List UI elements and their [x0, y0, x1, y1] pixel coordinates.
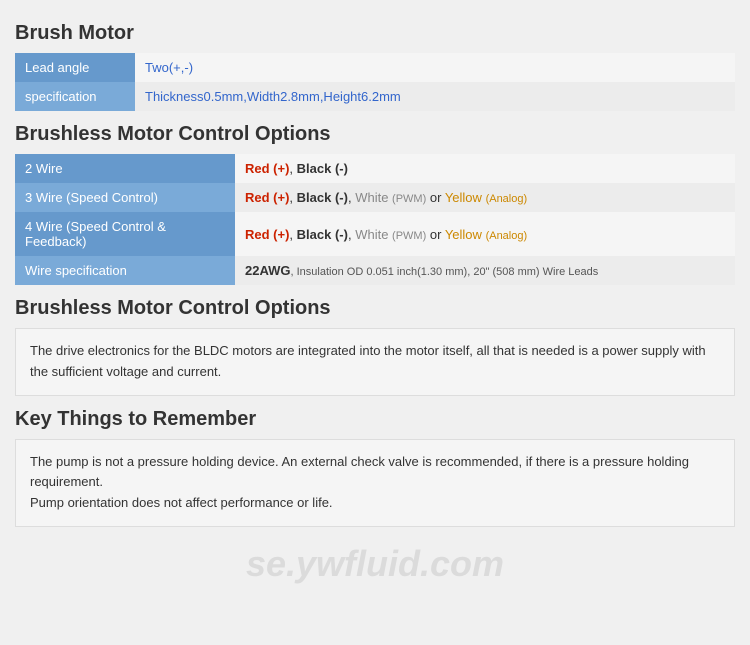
- brush-motor-table: Lead angle Two(+,-) specification Thickn…: [15, 53, 735, 111]
- key-things-box: The pump is not a pressure holding devic…: [15, 439, 735, 527]
- 3wire-value: Red (+), Black (-), White (PWM) or Yello…: [235, 183, 735, 212]
- or-text: or: [430, 190, 445, 205]
- pwm-text: (PWM): [392, 193, 426, 205]
- red-text2: Red (+): [245, 227, 289, 242]
- specification-value: Thickness0.5mm,Width2.8mm,Height6.2mm: [135, 82, 735, 111]
- black-text: Black (-): [297, 190, 348, 205]
- comma: ,: [289, 161, 296, 176]
- 2wire-value: Red (+), Black (-): [235, 154, 735, 183]
- red-text: Red (+): [245, 190, 289, 205]
- or-text2: or: [430, 227, 445, 242]
- watermark: se.ywfluid.com: [246, 543, 504, 585]
- black-minus-text: Black (-): [297, 161, 348, 176]
- black-text2: Black (-): [297, 227, 348, 242]
- table-row: 3 Wire (Speed Control) Red (+), Black (-…: [15, 183, 735, 212]
- brushless-desc-text: The drive electronics for the BLDC motor…: [30, 341, 720, 383]
- wire-spec-small: , Insulation OD 0.051 inch(1.30 mm), 20"…: [291, 266, 599, 278]
- wire-spec-bold: 22AWG: [245, 263, 291, 278]
- yellow-text: Yellow: [445, 190, 482, 205]
- key-things-title: Key Things to Remember: [15, 408, 735, 431]
- 4wire-value: Red (+), Black (-), White (PWM) or Yello…: [235, 212, 735, 256]
- lead-angle-label: Lead angle: [15, 53, 135, 82]
- table-row: Lead angle Two(+,-): [15, 53, 735, 82]
- lead-angle-value: Two(+,-): [135, 53, 735, 82]
- key-things-line2: Pump orientation does not affect perform…: [30, 493, 720, 514]
- 4wire-label: 4 Wire (Speed Control & Feedback): [15, 212, 235, 256]
- wire-spec-label: Wire specification: [15, 256, 235, 285]
- table-row: 4 Wire (Speed Control & Feedback) Red (+…: [15, 212, 735, 256]
- wire-spec-value: 22AWG, Insulation OD 0.051 inch(1.30 mm)…: [235, 256, 735, 285]
- brushless-control-table: 2 Wire Red (+), Black (-) 3 Wire (Speed …: [15, 154, 735, 285]
- brushless-desc-title: Brushless Motor Control Options: [15, 297, 735, 320]
- 3wire-label: 3 Wire (Speed Control): [15, 183, 235, 212]
- 2wire-label: 2 Wire: [15, 154, 235, 183]
- lead-angle-text: Two(+,-): [145, 60, 193, 75]
- brushless-desc-box: The drive electronics for the BLDC motor…: [15, 328, 735, 396]
- analog-text: (Analog): [486, 193, 528, 205]
- red-plus-text: Red (+): [245, 161, 289, 176]
- pwm-text2: (PWM): [392, 230, 426, 242]
- specification-text: Thickness0.5mm,Width2.8mm,Height6.2mm: [145, 89, 401, 104]
- brushless-control-title: Brushless Motor Control Options: [15, 123, 735, 146]
- table-row: specification Thickness0.5mm,Width2.8mm,…: [15, 82, 735, 111]
- brush-motor-title: Brush Motor: [15, 22, 735, 45]
- specification-label: specification: [15, 82, 135, 111]
- table-row: 2 Wire Red (+), Black (-): [15, 154, 735, 183]
- white-text: White: [355, 190, 388, 205]
- white-text2: White: [355, 227, 388, 242]
- table-row: Wire specification 22AWG, Insulation OD …: [15, 256, 735, 285]
- analog-text2: (Analog): [486, 230, 528, 242]
- yellow-text2: Yellow: [445, 227, 482, 242]
- key-things-line1: The pump is not a pressure holding devic…: [30, 452, 720, 494]
